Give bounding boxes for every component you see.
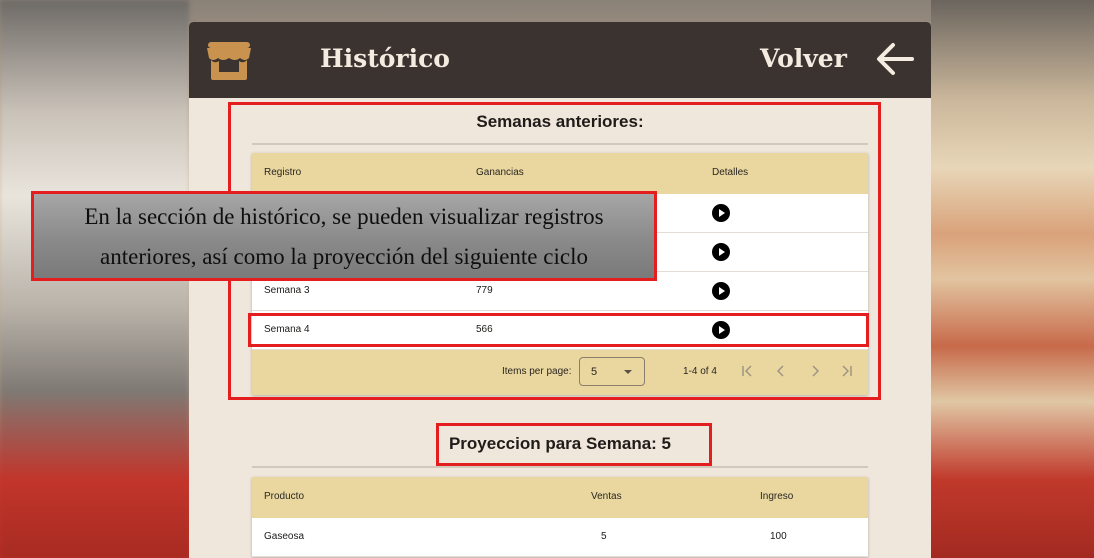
store-awning-icon[interactable] [205,38,253,82]
back-button[interactable]: Volver [760,44,847,73]
column-header-ingreso[interactable]: Ingreso [760,491,793,502]
column-header-producto[interactable]: Producto [264,491,304,502]
row-highlight-box [248,313,869,347]
callout-text-line1: En la sección de histórico, se pueden vi… [84,204,604,229]
projection-divider [252,466,868,468]
page-title: Histórico [320,44,450,73]
column-header-ventas[interactable]: Ventas [591,491,622,502]
cell-producto: Gaseosa [264,531,305,542]
annotation-callout: En la sección de histórico, se pueden vi… [31,191,657,281]
callout-text-line2: anteriores, así como la proyección del s… [100,244,588,269]
projection-table-header: Producto Ventas Ingreso [252,477,868,518]
projection-table: Producto Ventas Ingreso Gaseosa 5 100 [252,477,868,557]
arrow-left-icon[interactable] [876,42,914,76]
projection-highlight-box [436,423,712,466]
cell-ingreso: 100 [770,531,787,542]
table-row: Gaseosa 5 100 [252,518,868,557]
top-bar: Histórico Volver [189,22,931,98]
background-right [931,0,1094,558]
cell-ventas: 5 [601,531,607,542]
